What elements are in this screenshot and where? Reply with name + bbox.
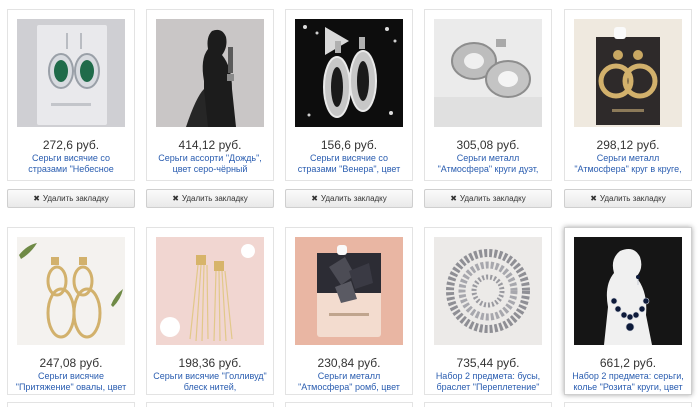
- product-title-link[interactable]: Серьги металл "Атмосфера" круг в круге,: [569, 153, 687, 175]
- close-icon: ✖: [590, 194, 597, 203]
- product-price: 247,08 руб.: [39, 356, 103, 370]
- bookmark-card-partial: [564, 402, 692, 407]
- product-image[interactable]: [17, 19, 125, 127]
- close-icon: ✖: [33, 194, 40, 203]
- product-title-link[interactable]: Серьги металл "Атмосфера" круги дуэт,: [429, 153, 547, 175]
- close-icon: ✖: [311, 194, 318, 203]
- product-image[interactable]: [156, 237, 264, 345]
- bookmarks-grid: 272,6 руб. Серьги висячие со стразами "Н…: [0, 0, 700, 407]
- product-image[interactable]: [295, 19, 403, 127]
- close-icon: ✖: [450, 194, 457, 203]
- bookmark-card: 247,08 руб. Серьги висячие "Притяжение" …: [7, 227, 135, 395]
- product-price: 272,6 руб.: [42, 138, 100, 152]
- remove-bookmark-label: Удалить закладку: [459, 194, 526, 203]
- bookmark-card: 272,6 руб. Серьги висячие со стразами "Н…: [7, 9, 135, 181]
- product-price: 661,2 руб.: [599, 356, 657, 370]
- bookmark-card: 414,12 руб. Серьги ассорти "Дождь", цвет…: [146, 9, 274, 181]
- product-price: 156,6 руб.: [320, 138, 378, 152]
- bookmark-card: 198,36 руб. Серьги висячие "Голливуд" бл…: [146, 227, 274, 395]
- remove-bookmark-label: Удалить закладку: [320, 194, 387, 203]
- remove-bookmark-button[interactable]: ✖ Удалить закладку: [564, 189, 692, 208]
- bookmark-card-partial: [7, 402, 135, 407]
- bookmark-card: 735,44 руб. Набор 2 предмета: бусы, брас…: [424, 227, 552, 395]
- bookmark-card: 156,6 руб. Серьги висячие со стразами "В…: [285, 9, 413, 181]
- product-title-link[interactable]: Набор 2 предмета: серьги, колье "Розита"…: [569, 371, 687, 393]
- product-image[interactable]: [156, 19, 264, 127]
- bookmark-card-partial: [424, 402, 552, 407]
- remove-bookmark-button[interactable]: ✖ Удалить закладку: [424, 189, 552, 208]
- bookmark-card: 661,2 руб. Набор 2 предмета: серьги, кол…: [564, 227, 692, 395]
- remove-bookmark-label: Удалить закладку: [599, 194, 666, 203]
- product-title-link[interactable]: Серьги висячие со стразами "Небесное: [12, 153, 130, 175]
- bookmark-card-partial: [146, 402, 274, 407]
- remove-bookmark-label: Удалить закладку: [181, 194, 248, 203]
- product-price: 198,36 руб.: [178, 356, 242, 370]
- product-image[interactable]: [17, 237, 125, 345]
- remove-bookmark-button[interactable]: ✖ Удалить закладку: [7, 189, 135, 208]
- bookmark-card: 230,84 руб. Серьги металл "Атмосфера" ро…: [285, 227, 413, 395]
- bookmark-card-partial: [285, 402, 413, 407]
- product-price: 230,84 руб.: [317, 356, 381, 370]
- product-image[interactable]: [574, 237, 682, 345]
- bookmark-card: 305,08 руб. Серьги металл "Атмосфера" кр…: [424, 9, 552, 181]
- product-image[interactable]: [295, 237, 403, 345]
- product-image[interactable]: [434, 237, 542, 345]
- product-title-link[interactable]: Серьги висячие "Голливуд" блеск нитей,: [151, 371, 269, 393]
- product-title-link[interactable]: Набор 2 предмета: бусы, браслет "Перепле…: [429, 371, 547, 393]
- product-title-link[interactable]: Серьги металл "Атмосфера" ромб, цвет: [290, 371, 408, 393]
- remove-bookmark-button[interactable]: ✖ Удалить закладку: [146, 189, 274, 208]
- bookmark-card: 298,12 руб. Серьги металл "Атмосфера" кр…: [564, 9, 692, 181]
- product-price: 735,44 руб.: [456, 356, 520, 370]
- product-price: 305,08 руб.: [456, 138, 520, 152]
- remove-bookmark-button[interactable]: ✖ Удалить закладку: [285, 189, 413, 208]
- product-price: 414,12 руб.: [178, 138, 242, 152]
- product-title-link[interactable]: Серьги висячие "Притяжение" овалы, цвет: [12, 371, 130, 393]
- close-icon: ✖: [172, 194, 179, 203]
- product-title-link[interactable]: Серьги висячие со стразами "Венера", цве…: [290, 153, 408, 175]
- product-price: 298,12 руб.: [596, 138, 660, 152]
- product-image[interactable]: [434, 19, 542, 127]
- product-title-link[interactable]: Серьги ассорти "Дождь", цвет серо-чёрный: [151, 153, 269, 175]
- product-image[interactable]: [574, 19, 682, 127]
- remove-bookmark-label: Удалить закладку: [42, 194, 109, 203]
